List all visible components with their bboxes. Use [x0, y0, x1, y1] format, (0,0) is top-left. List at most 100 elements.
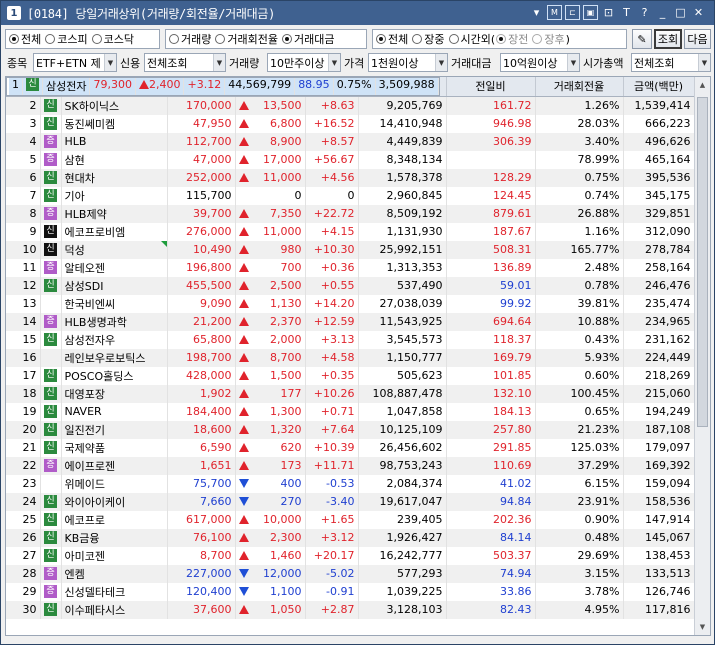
radio-afterhours-pre[interactable]: 장전	[496, 31, 528, 47]
table-row[interactable]: 22 증 에이프로젠 1,651 173 +11.71 98,753,243 110.69 37…	[6, 456, 695, 475]
stock-name-cell[interactable]: 에코프로비엠	[61, 222, 168, 241]
radio-session-afterhours[interactable]: 시간외(	[448, 31, 495, 47]
table-row[interactable]: 11 증 알테오젠 196,800 700 +0.36 1,313,353 136.89 2.4…	[6, 258, 695, 277]
next-button[interactable]: 다음	[684, 29, 711, 49]
column-header[interactable]: 거래회전율	[535, 77, 624, 97]
table-row[interactable]: 10 신 덕성 10,490 980 +10.30 25,992,151 508.31 165.…	[6, 240, 695, 259]
table-row[interactable]: 28 증 엔켐 227,000 12,000 -5.02 577,293 74.94 3.15%…	[6, 564, 695, 583]
stock-name-cell[interactable]: 삼성SDI	[61, 276, 168, 295]
stock-filter-select[interactable]: ETF+ETN 제 ▼	[33, 53, 117, 72]
stock-name-cell[interactable]: 삼성전자우	[61, 330, 168, 349]
table-row[interactable]: 19 신 NAVER 184,400 1,300 +0.71 1,047,858 184.13…	[6, 402, 695, 421]
volume-filter-select[interactable]: 10만주이상 ▼	[267, 53, 341, 72]
radio-afterhours-post[interactable]: 장후	[532, 31, 565, 47]
stock-name-cell[interactable]: HLB	[61, 132, 168, 151]
stock-name-cell[interactable]: SK하이닉스	[61, 96, 168, 115]
memo-icon[interactable]: M	[547, 5, 562, 20]
table-row[interactable]: 3 신 동진쎄미켐 47,950 6,800 +16.52 14,410,948 946.98…	[6, 114, 695, 133]
table-row[interactable]: 15 신 삼성전자우 65,800 2,000 +3.13 3,545,573 118.37 0…	[6, 330, 695, 349]
table-row[interactable]: 30 신 이수페타시스 37,600 1,050 +2.87 3,128,103 82.43 4…	[6, 600, 695, 619]
vertical-scrollbar[interactable]: ▲ ▼	[694, 77, 710, 635]
radio-sort-amount[interactable]: 거래대금	[281, 31, 334, 47]
amount-filter-select[interactable]: 10억원이상 ▼	[500, 53, 580, 72]
stock-name-cell[interactable]: 국제약품	[61, 438, 168, 457]
table-row[interactable]: 24 신 와이아이케이 7,660 270 -3.40 19,617,047 94.84 23.…	[6, 492, 695, 511]
stock-name-cell[interactable]: 한국비엔씨	[61, 294, 168, 313]
scroll-up-icon[interactable]: ▲	[695, 77, 710, 93]
stock-name-cell[interactable]: POSCO홀딩스	[61, 366, 168, 385]
stock-name-cell[interactable]: NAVER	[61, 402, 168, 421]
stock-name-cell[interactable]: 기아	[61, 186, 168, 205]
price-filter-select[interactable]: 1천원이상 ▼	[368, 53, 448, 72]
stock-name-cell[interactable]: 와이아이케이	[61, 492, 168, 511]
stock-name-cell[interactable]: 에코프로	[61, 510, 168, 529]
help-icon[interactable]: ?	[637, 5, 652, 20]
stock-name-cell[interactable]: 덕성	[61, 240, 168, 259]
column-header[interactable]: 전일비	[446, 77, 536, 97]
table-row[interactable]: 17 신 POSCO홀딩스 428,000 1,500 +0.35 505,623 101.8…	[6, 366, 695, 385]
table-row[interactable]: 27 신 아미코젠 8,700 1,460 +20.17 16,242,777 503.37 2…	[6, 546, 695, 565]
stock-name-cell[interactable]: 동진쎄미켐	[61, 114, 168, 133]
radio-market-kospi[interactable]: 코스피	[45, 31, 88, 47]
scroll-down-icon[interactable]: ▼	[695, 619, 710, 635]
window-number-badge[interactable]: 1	[7, 6, 21, 20]
pin-button[interactable]: ✎	[632, 29, 652, 49]
radio-sort-volume[interactable]: 거래량	[169, 31, 211, 47]
stock-name-cell[interactable]: 삼현	[61, 150, 168, 169]
table-row[interactable]: 5 증 삼현 47,000 17,000 +56.67 8,348,134 78.99% 465…	[6, 150, 695, 169]
stock-name-cell[interactable]: 에이프로젠	[61, 456, 168, 475]
table-row[interactable]: 26 신 KB금융 76,100 2,300 +3.12 1,926,427 84.14 0.4…	[6, 528, 695, 547]
table-row[interactable]: 1 신 삼성전자 79,300 2,400 +3.12 44,569,799 88.95 0.7…	[6, 77, 440, 96]
close-icon[interactable]: ✕	[691, 5, 706, 20]
table-row[interactable]: 6 신 현대차 252,000 11,000 +4.56 1,578,378 128.29 0.…	[6, 168, 695, 187]
radio-session-regular[interactable]: 장중	[412, 31, 445, 47]
table-row[interactable]: 20 신 일진전기 18,600 1,320 +7.64 10,125,109 257.80 2…	[6, 420, 695, 439]
table-row[interactable]: 2 신 SK하이닉스 170,000 13,500 +8.63 9,205,769 161.7…	[6, 96, 695, 115]
lock-icon[interactable]: ⊡	[601, 5, 616, 20]
stock-name-cell[interactable]: 신성델타테크	[61, 582, 168, 601]
radio-session-all[interactable]: 전체	[376, 31, 408, 47]
font-icon[interactable]: T	[619, 5, 634, 20]
stock-name-cell[interactable]: 레인보우로보틱스	[61, 348, 168, 367]
cap-filter-select[interactable]: 전체조회 ▼	[631, 53, 711, 72]
stock-name-cell[interactable]: HLB생명과학	[61, 312, 168, 331]
table-row[interactable]: 13 한국비엔씨 9,090 1,130 +14.20 27,038,039 99.92 39…	[6, 294, 695, 313]
table-row[interactable]: 18 신 대영포장 1,902 177 +10.26 108,887,478 132.10 10…	[6, 384, 695, 403]
minimize-icon[interactable]: _	[655, 5, 670, 20]
link-icon[interactable]: ⊏	[565, 5, 580, 20]
table-row[interactable]: 4 증 HLB 112,700 8,900 +8.57 4,449,839 306.39 3.4…	[6, 132, 695, 151]
stock-name-cell[interactable]: 대영포장	[61, 384, 168, 403]
stock-name-cell[interactable]: 위메이드	[61, 474, 168, 493]
table-row[interactable]: 12 신 삼성SDI 455,500 2,500 +0.55 537,490 59.01 0.7…	[6, 276, 695, 295]
table-row[interactable]: 8 증 HLB제약 39,700 7,350 +22.72 8,509,192 879.61 2…	[6, 204, 695, 223]
dropdown-icon[interactable]: ▾	[529, 5, 544, 20]
stock-name-cell[interactable]: 삼성전자	[43, 78, 91, 95]
query-button[interactable]: 조회	[654, 29, 682, 49]
stock-name-cell[interactable]: 알테오젠	[61, 258, 168, 277]
stock-name-cell[interactable]: 아미코젠	[61, 546, 168, 565]
stock-name-cell[interactable]: 엔켐	[61, 564, 168, 583]
maximize-icon[interactable]: □	[673, 5, 688, 20]
column-header[interactable]: 금액(백만)	[623, 77, 695, 97]
ranking-table[interactable]: 순위분종목명현재가전일대비등락률거래량전일비거래회전율금액(백만) 1신삼성전자…	[5, 76, 711, 636]
popup-icon[interactable]: ▣	[583, 5, 598, 20]
stock-name-cell[interactable]: KB금융	[61, 528, 168, 547]
table-row[interactable]: 23 위메이드 75,700 400 -0.53 2,084,374 41.02 6.15% 1…	[6, 474, 695, 493]
stock-name-cell[interactable]: HLB제약	[61, 204, 168, 223]
table-row[interactable]: 21 신 국제약품 6,590 620 +10.39 26,456,602 291.85 125…	[6, 438, 695, 457]
radio-market-kosdaq[interactable]: 코스닥	[91, 31, 134, 47]
table-row[interactable]: 25 신 에코프로 617,000 10,000 +1.65 239,405 202.36 0.…	[6, 510, 695, 529]
radio-market-all[interactable]: 전체	[9, 31, 41, 47]
stock-name-cell[interactable]: 일진전기	[61, 420, 168, 439]
amount-cell: 234,965	[623, 312, 695, 331]
radio-sort-turnover[interactable]: 거래회전율	[215, 31, 278, 47]
stock-name-cell[interactable]: 이수페타시스	[61, 600, 168, 619]
stock-name-cell[interactable]: 현대차	[61, 168, 168, 187]
credit-filter-select[interactable]: 전체조회 ▼	[144, 53, 226, 72]
scroll-thumb[interactable]	[697, 97, 708, 427]
table-row[interactable]: 7 신 기아 115,700 0 0 2,960,845 124.45 0.74% 345,175	[6, 186, 695, 205]
table-row[interactable]: 9 신 에코프로비엠 276,000 11,000 +4.15 1,131,930 187.6…	[6, 222, 695, 241]
table-row[interactable]: 29 증 신성델타테크 120,400 1,100 -0.91 1,039,225 33.86…	[6, 582, 695, 601]
table-row[interactable]: 14 증 HLB생명과학 21,200 2,370 +12.59 11,543,925 694…	[6, 312, 695, 331]
table-row[interactable]: 16 레인보우로보틱스 198,700 8,700 +4.58 1,150,777 169.…	[6, 348, 695, 367]
